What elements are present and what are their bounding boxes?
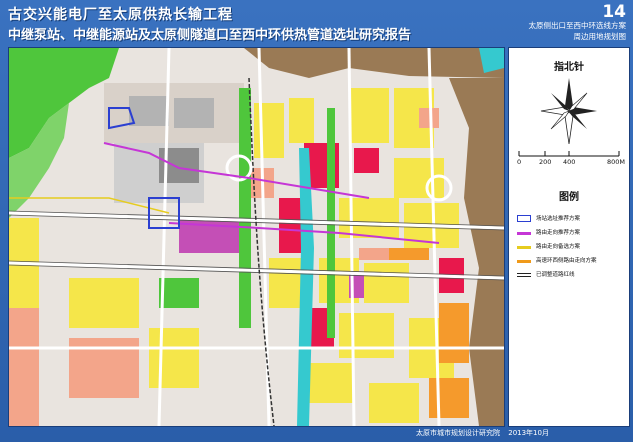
green-corridor-1	[239, 88, 251, 328]
block-c1	[254, 103, 284, 158]
project-title: 古交兴能电厂至太原供热长输工程	[8, 7, 233, 23]
scale-label: 200	[539, 158, 552, 166]
block-c11	[339, 313, 394, 358]
block-w3	[149, 328, 199, 388]
education-2	[359, 248, 389, 260]
land-use-map[interactable]	[8, 47, 505, 427]
legend-swatch	[517, 215, 531, 222]
scale-label: 0	[517, 158, 522, 166]
report-subtitle: 中继泵站、中继能源站及太原侧隧道口至西中环供热管道选址研究报告	[8, 28, 412, 43]
park-1	[159, 278, 199, 308]
block-c2	[289, 98, 314, 143]
scale-bar	[518, 151, 620, 157]
legend-label: 高速环西侧路由走向方案	[536, 258, 597, 264]
education-3	[419, 108, 439, 128]
block-w1	[69, 278, 139, 328]
block-c10	[364, 263, 409, 303]
block-c13	[309, 363, 354, 403]
sheet-name-line1: 太原侧出口至西中环选线方案	[528, 21, 627, 30]
land-use-map-drawing	[9, 48, 504, 426]
legend-swatch	[517, 273, 531, 277]
scale-label: 800M	[607, 158, 626, 166]
side-panel: 指北针 0 200 400 800M 图例 场站选址推荐方案 路由走向推荐方案 …	[508, 47, 630, 427]
sheet-name-line2: 周边用地规划图	[573, 32, 627, 41]
block-c5	[394, 158, 444, 198]
legend-swatch	[517, 232, 531, 235]
north-arrow-title: 指北针	[554, 62, 584, 73]
footer-org: 太原市城市规划设计研究院	[416, 429, 500, 437]
orange-block-3	[389, 248, 429, 260]
orange-block-1	[439, 303, 469, 363]
legend-title: 图例	[559, 192, 579, 203]
footer-date: 2013年10月	[508, 429, 549, 437]
block-c3	[349, 88, 389, 143]
legend-label: 路由走向推荐方案	[536, 230, 581, 236]
legend-label: 已调整道路红线	[536, 272, 575, 278]
sheet-info: 14 太原侧出口至西中环选线方案 周边用地规划图	[508, 2, 630, 42]
education-west	[9, 308, 39, 426]
grey-block-1	[129, 96, 169, 126]
block-c14	[369, 383, 419, 423]
legend-swatch	[517, 246, 531, 249]
legend-swatch	[517, 260, 531, 263]
scale-label: 400	[563, 158, 576, 166]
orange-block-2	[429, 378, 469, 418]
block-c6	[339, 198, 399, 238]
footer: 太原市城市规划设计研究院 2013年10月	[410, 428, 549, 438]
grey-block-2	[174, 98, 214, 128]
commercial-3	[354, 148, 379, 173]
legend-label: 场站选址推荐方案	[536, 216, 581, 222]
north-arrow-icon	[540, 78, 597, 145]
scale-labels: 0 200 400 800M	[515, 158, 627, 168]
legend-label: 路由走向备选方案	[536, 244, 581, 250]
sheet-number: 14	[602, 2, 626, 22]
